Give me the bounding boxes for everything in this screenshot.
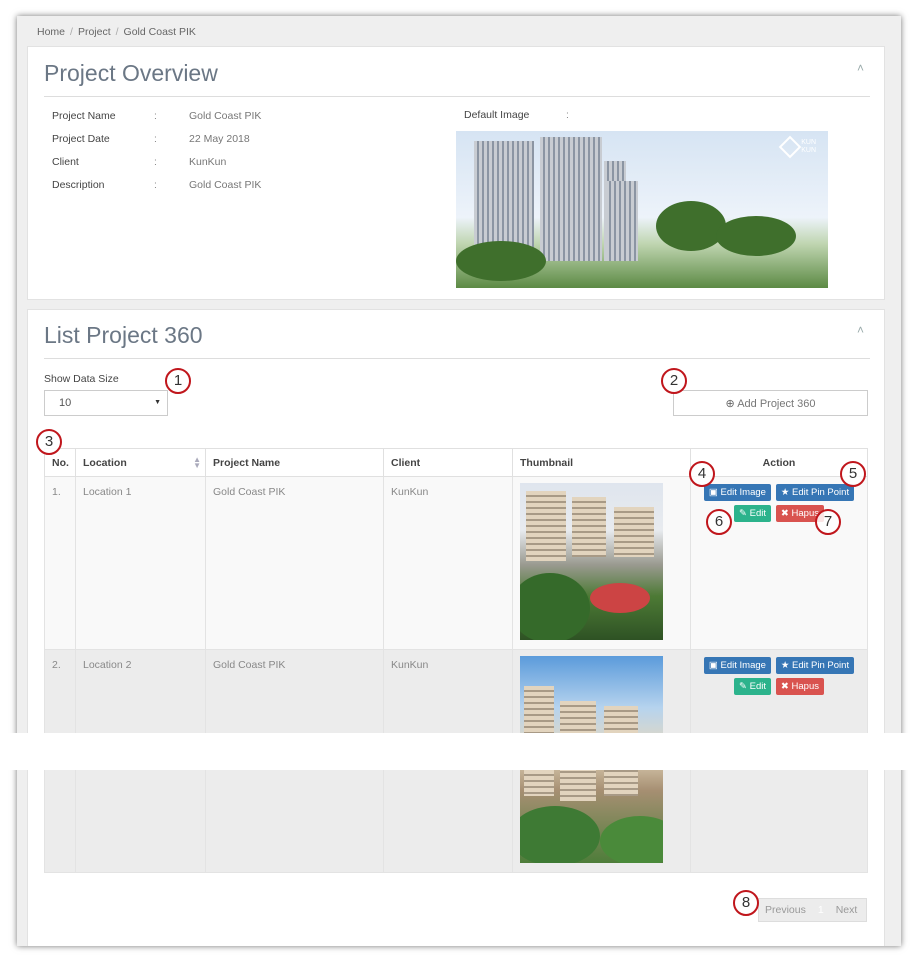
- trash-icon: ✖: [780, 681, 789, 692]
- col-thumbnail: Thumbnail: [512, 448, 691, 477]
- plus-circle-icon: ⊕: [725, 398, 735, 410]
- cell-no: 1.: [44, 476, 76, 650]
- edit-image-label: Edit Image: [720, 660, 766, 671]
- col-project-name: Project Name: [205, 448, 384, 477]
- annotation-marker-3: 3: [36, 429, 62, 455]
- info-label: Client: [52, 156, 79, 168]
- edit-pin-label: Edit Pin Point: [792, 660, 850, 671]
- add-button-label: Add Project 360: [737, 398, 816, 410]
- chevron-up-icon[interactable]: ˄: [857, 323, 864, 337]
- edit-label: Edit: [749, 508, 766, 519]
- list-title: List Project 360: [44, 322, 203, 348]
- logo-text: KUN: [801, 139, 816, 146]
- next-button[interactable]: Next: [830, 904, 864, 916]
- annotation-marker-8: 8: [733, 890, 759, 916]
- default-image: KUN KUN: [456, 131, 828, 288]
- annotation-marker-6: 6: [706, 509, 732, 535]
- breadcrumb-project[interactable]: Project: [78, 26, 111, 38]
- edit-icon: ✎: [739, 681, 747, 692]
- info-label: Project Date: [52, 133, 110, 145]
- add-project-360-button[interactable]: ⊕ Add Project 360: [673, 390, 868, 416]
- info-value: KunKun: [189, 156, 227, 168]
- breadcrumb-current: Gold Coast PIK: [123, 26, 196, 38]
- default-image-colon: :: [566, 109, 569, 121]
- edit-pin-label: Edit Pin Point: [792, 487, 850, 498]
- col-location-label: Location: [83, 456, 127, 469]
- list-divider: [44, 358, 870, 359]
- cell-location: Location 1: [75, 476, 206, 650]
- edit-image-label: Edit Image: [720, 487, 766, 498]
- edit-pin-point-button[interactable]: ★ Edit Pin Point: [775, 484, 855, 501]
- info-label: Description: [52, 179, 105, 191]
- info-colon: :: [154, 110, 157, 122]
- edit-button[interactable]: ✎ Edit: [734, 505, 771, 522]
- info-label: Project Name: [52, 110, 116, 122]
- overview-divider: [44, 96, 870, 97]
- info-value: Gold Coast PIK: [189, 179, 262, 191]
- cell-actions: ▣ Edit Image ★ Edit Pin Point ✎ Edit ✖ H…: [690, 476, 868, 650]
- edit-pin-point-button[interactable]: ★ Edit Pin Point: [775, 657, 855, 674]
- cell-thumbnail: [512, 476, 691, 650]
- col-location[interactable]: Location ▲ ▼: [75, 448, 206, 477]
- chevron-up-icon[interactable]: ˄: [857, 61, 864, 75]
- info-colon: :: [154, 179, 157, 191]
- info-row-description: Description : Gold Coast PIK: [52, 179, 261, 191]
- sort-icon[interactable]: ▲ ▼: [193, 455, 201, 469]
- table-header-row: No. Location ▲ ▼ Project Name Client Thumb…: [44, 448, 868, 477]
- page-1-button[interactable]: 1: [812, 904, 830, 916]
- project-overview-panel: Project Overview ˄ Project Name : Gold C…: [27, 46, 885, 300]
- edit-image-button[interactable]: ▣ Edit Image: [703, 657, 771, 674]
- kunkun-logo: KUN KUN: [778, 135, 816, 159]
- show-data-size-label: Show Data Size: [44, 373, 119, 385]
- thumbnail-image[interactable]: [520, 483, 663, 640]
- info-row-project-name: Project Name : Gold Coast PIK: [52, 110, 261, 122]
- edit-button[interactable]: ✎ Edit: [734, 678, 771, 695]
- page-size-value: 10: [59, 397, 72, 409]
- annotation-marker-1: 1: [165, 368, 191, 394]
- screenshot-cut-band: [0, 733, 917, 770]
- info-colon: :: [154, 156, 157, 168]
- default-image-label: Default Image: [464, 109, 530, 121]
- logo-text: KUN: [801, 147, 816, 154]
- caret-down-icon: ▼: [154, 399, 161, 406]
- delete-button[interactable]: ✖ Hapus: [775, 678, 824, 695]
- info-value: 22 May 2018: [189, 133, 250, 145]
- table-row: 1. Location 1 Gold Coast PIK KunKun ▣ Ed…: [44, 476, 868, 650]
- breadcrumb: Home / Project / Gold Coast PIK: [37, 26, 196, 38]
- previous-button[interactable]: Previous: [759, 904, 812, 916]
- annotation-marker-7: 7: [815, 509, 841, 535]
- overview-title: Project Overview: [44, 60, 218, 86]
- col-client: Client: [383, 448, 513, 477]
- trash-icon: ✖: [780, 508, 789, 519]
- annotation-marker-4: 4: [689, 461, 715, 487]
- info-value: Gold Coast PIK: [189, 110, 262, 122]
- info-colon: :: [154, 133, 157, 145]
- edit-label: Edit: [749, 681, 766, 692]
- star-icon: ★: [780, 660, 790, 671]
- pagination: Previous 1 Next: [758, 898, 867, 922]
- edit-image-button[interactable]: ▣ Edit Image: [703, 484, 771, 501]
- project-360-table: No. Location ▲ ▼ Project Name Client Thumb…: [44, 448, 868, 873]
- delete-label: Hapus: [791, 681, 819, 692]
- star-icon: ★: [780, 487, 790, 498]
- app-frame: Home / Project / Gold Coast PIK Project Over…: [17, 16, 901, 946]
- image-icon: ▣: [708, 487, 718, 498]
- breadcrumb-home[interactable]: Home: [37, 26, 65, 38]
- annotation-marker-5: 5: [840, 461, 866, 487]
- info-row-project-date: Project Date : 22 May 2018: [52, 133, 250, 145]
- info-row-client: Client : KunKun: [52, 156, 226, 168]
- list-project-panel: List Project 360 ˄ Show Data Size 10 ▼ ⊕…: [27, 309, 885, 946]
- image-icon: ▣: [708, 660, 718, 671]
- cell-project: Gold Coast PIK: [205, 476, 384, 650]
- edit-icon: ✎: [739, 508, 747, 519]
- annotation-marker-2: 2: [661, 368, 687, 394]
- cell-client: KunKun: [383, 476, 513, 650]
- page-size-select[interactable]: 10 ▼: [44, 390, 168, 416]
